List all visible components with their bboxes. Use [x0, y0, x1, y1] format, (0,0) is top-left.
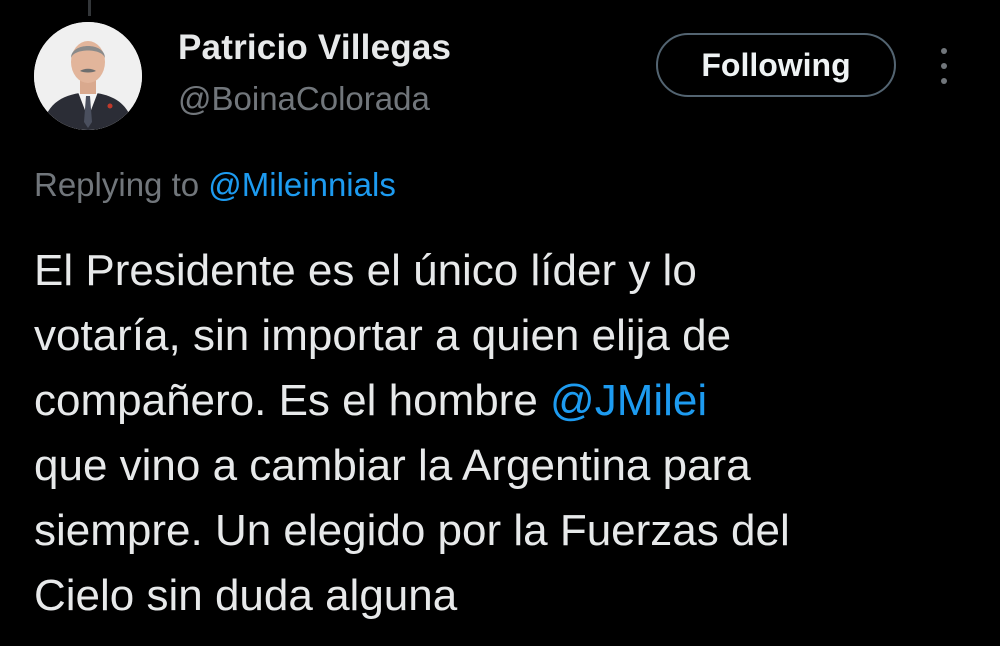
avatar-photo	[34, 22, 142, 130]
reply-mention-link[interactable]: @Mileinnials	[208, 166, 396, 203]
tweet-text-line: compañero. Es el hombre @JMilei	[34, 368, 974, 433]
tweet-text-line: El Presidente es el único líder y lo	[34, 246, 697, 295]
author-handle[interactable]: @BoinaColorada	[178, 80, 430, 118]
tweet-text-line: siempre. Un elegido por la Fuerzas del	[34, 506, 790, 555]
more-vertical-icon[interactable]	[934, 44, 954, 88]
more-dot	[941, 48, 947, 54]
tweet-mention-link[interactable]: @JMilei	[550, 376, 707, 425]
avatar[interactable]	[34, 22, 142, 130]
tweet-text-segment: compañero. Es el hombre	[34, 376, 551, 425]
tweet-text-line: Cielo sin duda alguna	[34, 571, 458, 620]
tweet-text: El Presidente es el único líder y lo vot…	[34, 238, 974, 628]
thread-connector-line	[88, 0, 91, 16]
reply-context: Replying to @Mileinnials	[34, 166, 396, 204]
more-dot	[941, 63, 947, 69]
tweet-text-line: que vino a cambiar la Argentina para	[34, 441, 751, 490]
author-display-name[interactable]: Patricio Villegas	[178, 28, 451, 68]
following-button[interactable]: Following	[656, 33, 896, 97]
tweet-text-line: votaría, sin importar a quien elija de	[34, 311, 732, 360]
more-dot	[941, 78, 947, 84]
reply-context-prefix: Replying to	[34, 166, 209, 203]
